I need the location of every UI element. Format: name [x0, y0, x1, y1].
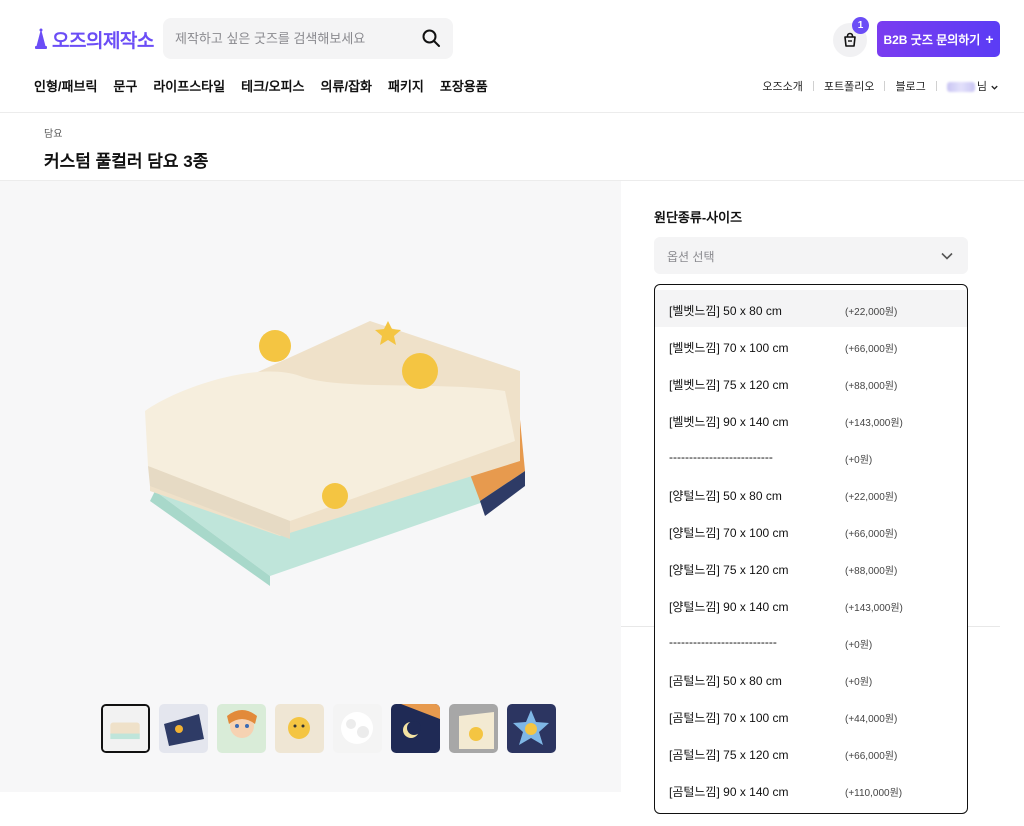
option-item-price: (+143,000원) [845, 603, 903, 614]
cart-count-badge: 1 [852, 17, 869, 34]
search-icon[interactable] [421, 28, 441, 48]
user-menu[interactable]: 님 [946, 78, 999, 94]
option-item-name: [곰털느낌] 90 x 140 cm [669, 785, 789, 799]
option-item-name: [양털느낌] 50 x 80 cm [669, 489, 782, 503]
logo-icon [35, 28, 47, 49]
nav-item-wrapping[interactable]: 포장용품 [440, 76, 488, 95]
nav-item-fabric[interactable]: 인형/패브릭 [34, 76, 97, 95]
b2b-inquiry-button[interactable]: B2B 굿즈 문의하기 + [877, 21, 1000, 57]
option-select-placeholder: 옵션 선택 [667, 250, 715, 264]
option-item-price: (+88,000원) [845, 566, 898, 577]
option-item-name: [벨벳느낌] 50 x 80 cm [669, 304, 782, 318]
breadcrumb[interactable]: 담요 [44, 125, 62, 140]
option-item-name: [양털느낌] 75 x 120 cm [669, 563, 789, 577]
option-item-price: (+0원) [845, 677, 873, 688]
thumbnail-6[interactable] [391, 704, 440, 753]
option-item-price: (+66,000원) [845, 344, 898, 355]
option-item[interactable]: [벨벳느낌] 75 x 120 cm (+88,000원) [655, 364, 967, 401]
option-item-price: (+0원) [845, 640, 873, 651]
product-title-block: 담요 커스텀 풀컬러 담요 3종 [0, 113, 1024, 181]
nav-item-apparel[interactable]: 의류/잡화 [321, 76, 372, 95]
option-item[interactable]: [벨벳느낌] 70 x 100 cm (+66,000원) [655, 327, 967, 364]
category-nav: 인형/패브릭 문구 라이프스타일 테크/오피스 의류/잡화 패키지 포장용품 [34, 76, 488, 95]
thumbnail-4[interactable] [275, 704, 324, 753]
util-link-blog[interactable]: 블로그 [895, 78, 925, 94]
site-header: 오즈의제작소 1 B2B 굿즈 문의하기 + 인형/패브릭 문구 라이프스타일 … [0, 0, 1024, 113]
option-item-name: [곰털느낌] 70 x 100 cm [669, 711, 789, 725]
option-item-name: -------------------------- [669, 450, 773, 464]
product-main-image [145, 321, 525, 586]
divider [884, 81, 886, 91]
search-bar [163, 18, 453, 59]
option-item[interactable]: [양털느낌] 70 x 100 cm (+66,000원) [655, 512, 967, 549]
option-item-price: (+66,000원) [845, 751, 898, 762]
user-suffix: 님 [976, 81, 987, 93]
search-input[interactable] [175, 18, 415, 59]
option-item-price: (+66,000원) [845, 529, 898, 540]
option-item[interactable]: [곰털느낌] 50 x 80 cm (+0원) [655, 660, 967, 697]
option-item-price: (+88,000원) [845, 381, 898, 392]
logo[interactable]: 오즈의제작소 [33, 26, 154, 52]
option-item[interactable]: [양털느낌] 50 x 80 cm (+22,000원) [655, 475, 967, 512]
option-item-price: (+110,000원) [845, 788, 903, 799]
option-item[interactable]: [곰털느낌] 90 x 140 cm (+110,000원) [655, 771, 967, 808]
option-item[interactable]: [양털느낌] 90 x 140 cm (+143,000원) [655, 586, 967, 623]
option-separator-item[interactable]: -------------------------- (+0원) [655, 438, 967, 475]
thumbnail-8[interactable] [507, 704, 556, 753]
option-item-price: (+22,000원) [845, 307, 898, 318]
plus-icon: + [985, 31, 994, 47]
b2b-inquiry-label: B2B 굿즈 문의하기 [883, 32, 981, 47]
thumbnail-5[interactable] [333, 704, 382, 753]
nav-item-package[interactable]: 패키지 [388, 76, 424, 95]
divider [935, 81, 937, 91]
option-separator-item[interactable]: --------------------------- (+0원) [655, 623, 967, 660]
option-item-name: [양털느낌] 90 x 140 cm [669, 600, 789, 614]
option-item-price: (+0원) [845, 455, 873, 466]
option-item-name: [벨벳느낌] 70 x 100 cm [669, 341, 789, 355]
thumbnail-3[interactable] [217, 704, 266, 753]
option-item-price: (+22,000원) [845, 492, 898, 503]
option-item-name: [곰털느낌] 50 x 80 cm [669, 674, 782, 688]
logo-text: 오즈의제작소 [52, 30, 154, 52]
option-item[interactable]: [곰털느낌] 70 x 100 cm (+44,000원) [655, 697, 967, 734]
option-item-name: --------------------------- [669, 635, 777, 649]
option-dropdown-list: [벨벳느낌] 50 x 80 cm (+22,000원) [벨벳느낌] 70 x … [654, 284, 968, 814]
divider [812, 81, 814, 91]
thumbnail-7[interactable] [449, 704, 498, 753]
thumbnail-strip [101, 704, 556, 753]
product-gallery [0, 181, 621, 792]
option-select[interactable]: 옵션 선택 [654, 237, 968, 274]
option-item-price: (+143,000원) [845, 418, 903, 429]
option-item[interactable]: [곰털느낌] 75 x 120 cm (+66,000원) [655, 734, 967, 771]
page-title: 커스텀 풀컬러 담요 3종 [44, 152, 209, 171]
option-item-name: [벨벳느낌] 90 x 140 cm [669, 415, 789, 429]
chevron-down-icon [941, 252, 953, 260]
option-item-price: (+44,000원) [845, 714, 898, 725]
option-item[interactable]: [벨벳느낌] 90 x 140 cm (+143,000원) [655, 401, 967, 438]
option-item-name: [양털느낌] 70 x 100 cm [669, 526, 789, 540]
option-label: 원단종류-사이즈 [654, 210, 743, 225]
nav-item-tech-office[interactable]: 테크/오피스 [241, 76, 304, 95]
option-item-name: [곰털느낌] 75 x 120 cm [669, 748, 789, 762]
nav-item-lifestyle[interactable]: 라이프스타일 [153, 76, 225, 95]
option-item-name: [벨벳느낌] 75 x 120 cm [669, 378, 789, 392]
thumbnail-2[interactable] [159, 704, 208, 753]
chevron-down-icon [991, 85, 998, 90]
user-name-blurred [946, 82, 975, 93]
option-item[interactable]: [벨벳느낌] 50 x 80 cm (+22,000원) [655, 290, 967, 327]
util-link-about[interactable]: 오즈소개 [762, 78, 802, 94]
util-link-portfolio[interactable]: 포트폴리오 [824, 78, 875, 94]
thumbnail-1[interactable] [101, 704, 150, 753]
option-item[interactable]: [양털느낌] 75 x 120 cm (+88,000원) [655, 549, 967, 586]
nav-item-stationery[interactable]: 문구 [113, 76, 137, 95]
utility-nav: 오즈소개 포트폴리오 블로그 님 [762, 78, 999, 94]
shopping-bag-icon [844, 32, 856, 47]
